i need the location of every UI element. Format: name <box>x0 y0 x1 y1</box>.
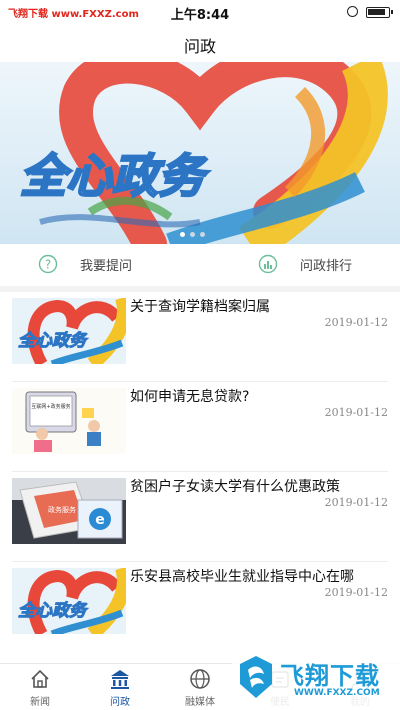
news-thumbnail: 政务服务 e <box>12 478 126 544</box>
news-date: 2019-01-12 <box>324 316 388 329</box>
status-bar: 飞翔下载 www.FXXZ.com 上午8:44 <box>0 0 400 24</box>
tab-news[interactable]: 新闻 <box>0 668 80 708</box>
ranking-label: 问政排行 <box>300 258 353 274</box>
svg-text:?: ? <box>45 258 51 272</box>
carousel-dots <box>180 232 205 237</box>
news-title: 关于查询学籍档案归属 <box>130 299 270 315</box>
tab-wenzheng-label: 问政 <box>110 697 130 708</box>
list-item[interactable]: 互联网+政务服务 如何申请无息贷款? 2019-01-12 <box>0 382 400 472</box>
globe-icon <box>160 668 240 690</box>
news-thumbnail: 全心政务 <box>12 298 126 364</box>
svg-text:互联网+政务服务: 互联网+政务服务 <box>31 403 70 410</box>
fxxz-logo-icon <box>240 656 272 698</box>
carousel-dot[interactable] <box>190 232 195 237</box>
tab-wenzheng[interactable]: 问政 <box>80 668 160 708</box>
government-building-icon <box>80 668 160 690</box>
carousel-dot[interactable] <box>200 232 205 237</box>
watermark-url: WWW.FXXZ.COM <box>294 688 380 698</box>
banner-heart-logo: 全心政务 <box>19 62 388 244</box>
tab-media-label: 融媒体 <box>185 697 215 708</box>
list-item[interactable]: 政务服务 e 贫困户子女读大学有什么优惠政策 2019-01-12 <box>0 472 400 562</box>
news-date: 2019-01-12 <box>324 406 388 419</box>
news-title: 贫困户子女读大学有什么优惠政策 <box>130 479 340 495</box>
tab-media[interactable]: 融媒体 <box>160 668 240 708</box>
tab-news-label: 新闻 <box>30 697 50 708</box>
list-item[interactable]: 全心政务 乐安县高校毕业生就业指导中心在哪 2019-01-12 <box>0 562 400 652</box>
svg-text:政务服务: 政务服务 <box>48 505 76 514</box>
news-title: 如何申请无息贷款? <box>130 389 250 405</box>
page-title: 问政 <box>183 37 216 56</box>
banner-slogan: 全心政务 <box>20 149 210 203</box>
quick-actions: ? 我要提问 问政排行 <box>0 244 400 286</box>
svg-text:e: e <box>95 512 105 528</box>
news-date: 2019-01-12 <box>324 496 388 509</box>
news-date: 2019-01-12 <box>324 586 388 599</box>
home-icon <box>0 668 80 690</box>
ask-question-button[interactable]: ? 我要提问 <box>38 254 132 274</box>
carousel-dot[interactable] <box>180 232 185 237</box>
battery-icon <box>366 7 393 18</box>
news-title: 乐安县高校毕业生就业指导中心在哪 <box>130 569 354 585</box>
status-time: 上午8:44 <box>170 8 230 23</box>
watermark-title: 飞翔下载 <box>280 662 380 690</box>
svg-text:全心政务: 全心政务 <box>18 601 89 621</box>
ranking-chart-icon <box>258 254 278 274</box>
svg-text:全心政务: 全心政务 <box>18 331 89 351</box>
question-icon: ? <box>38 254 58 274</box>
banner-carousel[interactable]: 全心政务 <box>0 62 400 244</box>
orientation-lock-icon <box>347 6 358 17</box>
list-item[interactable]: 全心政务 关于查询学籍档案归属 2019-01-12 <box>0 292 400 382</box>
ask-question-label: 我要提问 <box>80 258 133 274</box>
nav-bar: 问政 <box>0 24 400 62</box>
watermark-overlay: 飞翔下载 WWW.FXXZ.COM <box>232 648 400 710</box>
news-thumbnail: 全心政务 <box>12 568 126 634</box>
news-thumbnail: 互联网+政务服务 <box>12 388 126 454</box>
ranking-button[interactable]: 问政排行 <box>258 254 352 274</box>
